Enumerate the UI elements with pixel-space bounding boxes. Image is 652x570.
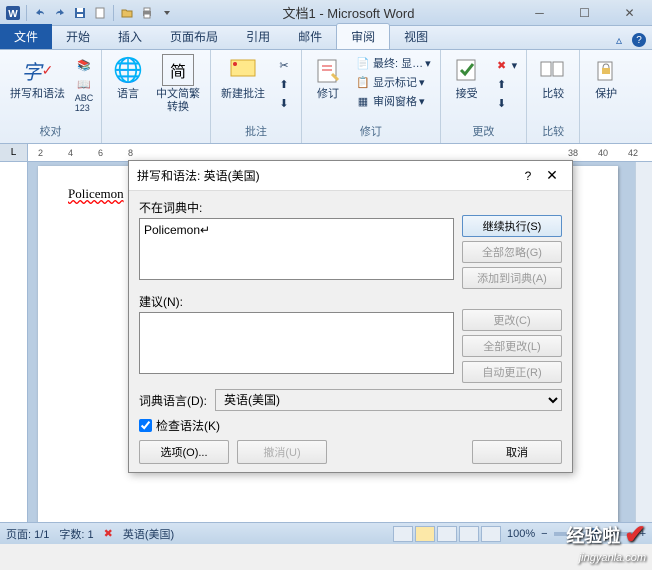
prev-change-button[interactable]: ⬆ [491,75,521,93]
next-comment-button[interactable]: ⬇ [273,94,295,112]
close-button[interactable]: ✕ [607,0,652,26]
ribbon: 字✓ 拼写和语法 📚 📖 ABC123 校对 🌐 语言 简 中文简繁 转换 [0,50,652,144]
check-grammar-checkbox[interactable] [139,419,152,432]
thesaurus-button[interactable]: 📖 [73,75,95,93]
status-bar: 页面: 1/1 字数: 1 ✖ 英语(美国) 100% − + [0,522,652,544]
dialog-help-button[interactable]: ? [516,169,540,183]
save-icon[interactable] [71,4,89,22]
tab-references[interactable]: 引用 [232,24,284,49]
cancel-button[interactable]: 取消 [472,440,562,464]
window-title: 文档1 - Microsoft Word [180,3,517,22]
vertical-ruler[interactable] [0,162,28,530]
language-button[interactable]: 🌐 语言 [108,52,148,103]
zoom-out-button[interactable]: − [541,528,547,540]
compare-button[interactable]: 比较 [533,52,573,103]
full-screen-view[interactable] [415,526,435,542]
chinese-convert-button[interactable]: 简 中文简繁 转换 [152,52,204,116]
document-text[interactable]: Policemon [68,186,124,201]
dialog-close-button[interactable]: ✕ [540,167,564,184]
minimize-button[interactable]: ─ [517,0,562,26]
resume-button[interactable]: 继续执行(S) [462,215,562,237]
spelling-dialog: 拼写和语法: 英语(美国) ? ✕ 不在词典中: 继续执行(S) 全部忽略(G)… [128,160,573,473]
dict-lang-select[interactable]: 英语(美国) [215,389,562,411]
print-layout-view[interactable] [393,526,413,542]
reject-button[interactable]: ✖▾ [491,56,521,74]
group-comments: 新建批注 ✂ ⬆ ⬇ 批注 [211,50,302,143]
outline-view[interactable] [459,526,479,542]
ribbon-minimize-icon[interactable]: ▵ [610,31,628,49]
word-icon[interactable]: W [4,4,22,22]
maximize-button[interactable]: ☐ [562,0,607,26]
web-layout-view[interactable] [437,526,457,542]
help-icon[interactable]: ? [632,33,646,47]
add-to-dict-button[interactable]: 添加到词典(A) [462,267,562,289]
suggestions-list[interactable] [139,312,454,374]
autocorrect-button[interactable]: 自动更正(R) [462,361,562,383]
check-grammar-label: 检查语法(K) [156,417,220,434]
prev-comment-button[interactable]: ⬆ [273,75,295,93]
not-in-dict-textarea[interactable] [139,218,454,280]
group-changes: 接受 ✖▾ ⬆ ⬇ 更改 [441,50,528,143]
protect-button[interactable]: 保护 [586,52,626,103]
svg-text:W: W [8,9,18,20]
watermark: 经验啦✔ [566,519,646,550]
tab-review[interactable]: 审阅 [336,23,390,49]
window-controls: ─ ☐ ✕ [517,0,652,26]
dialog-title: 拼写和语法: 英语(美国) [137,167,516,184]
watermark-url: jingyanla.com [579,552,646,564]
horizontal-ruler[interactable]: 2 4 6 8 38 40 42 [28,144,652,161]
group-compare: 比较 比较 [527,50,580,143]
not-in-dict-label: 不在词典中: [139,199,454,216]
delete-comment-button[interactable]: ✂ [273,56,295,74]
page-status[interactable]: 页面: 1/1 [6,526,49,542]
zoom-level[interactable]: 100% [507,528,535,540]
qat-dropdown-icon[interactable] [158,4,176,22]
quick-access-toolbar: W [0,4,180,22]
tab-mailings[interactable]: 邮件 [284,24,336,49]
word-count-button[interactable]: ABC123 [73,94,95,112]
track-changes-button[interactable]: 修订 [308,52,348,103]
draft-view[interactable] [481,526,501,542]
word-count-status[interactable]: 字数: 1 [59,526,93,542]
next-change-button[interactable]: ⬇ [491,94,521,112]
tab-insert[interactable]: 插入 [104,24,156,49]
suggestions-label: 建议(N): [139,293,454,310]
dialog-titlebar[interactable]: 拼写和语法: 英语(美国) ? ✕ [129,161,572,191]
change-button[interactable]: 更改(C) [462,309,562,331]
tab-view[interactable]: 视图 [390,24,442,49]
options-button[interactable]: 选项(O)... [139,440,229,464]
tab-file[interactable]: 文件 [0,24,52,49]
ignore-all-button[interactable]: 全部忽略(G) [462,241,562,263]
display-for-review-dropdown[interactable]: 📄最终: 显… ▾ [352,54,434,72]
open-icon[interactable] [118,4,136,22]
accept-button[interactable]: 接受 [447,52,487,103]
group-protect: 保护 [580,50,632,143]
show-markup-button[interactable]: 📋显示标记 ▾ [352,73,434,91]
dict-lang-label: 词典语言(D): [139,392,207,409]
redo-icon[interactable] [51,4,69,22]
new-icon[interactable] [91,4,109,22]
group-language: 🌐 语言 简 中文简繁 转换 [102,50,211,143]
title-bar: W 文档1 - Microsoft Word ─ ☐ ✕ [0,0,652,26]
tab-home[interactable]: 开始 [52,24,104,49]
undo-button[interactable]: 撤消(U) [237,440,327,464]
tab-layout[interactable]: 页面布局 [156,24,232,49]
research-button[interactable]: 📚 [73,56,95,74]
change-all-button[interactable]: 全部更改(L) [462,335,562,357]
print-icon[interactable] [138,4,156,22]
group-proofing: 字✓ 拼写和语法 📚 📖 ABC123 校对 [0,50,102,143]
spell-check-status[interactable]: ✖ [104,527,113,540]
ruler-corner[interactable]: L [0,144,28,161]
reviewing-pane-button[interactable]: ▦审阅窗格 ▾ [352,92,434,110]
new-comment-button[interactable]: 新建批注 [217,52,269,103]
menu-bar: 文件 开始 插入 页面布局 引用 邮件 审阅 视图 ▵ ? [0,26,652,50]
vertical-scrollbar[interactable] [635,162,652,530]
spelling-grammar-button[interactable]: 字✓ 拼写和语法 [6,52,69,103]
language-status[interactable]: 英语(美国) [123,526,174,542]
undo-icon[interactable] [31,4,49,22]
group-tracking: 修订 📄最终: 显… ▾ 📋显示标记 ▾ ▦审阅窗格 ▾ 修订 [302,50,441,143]
